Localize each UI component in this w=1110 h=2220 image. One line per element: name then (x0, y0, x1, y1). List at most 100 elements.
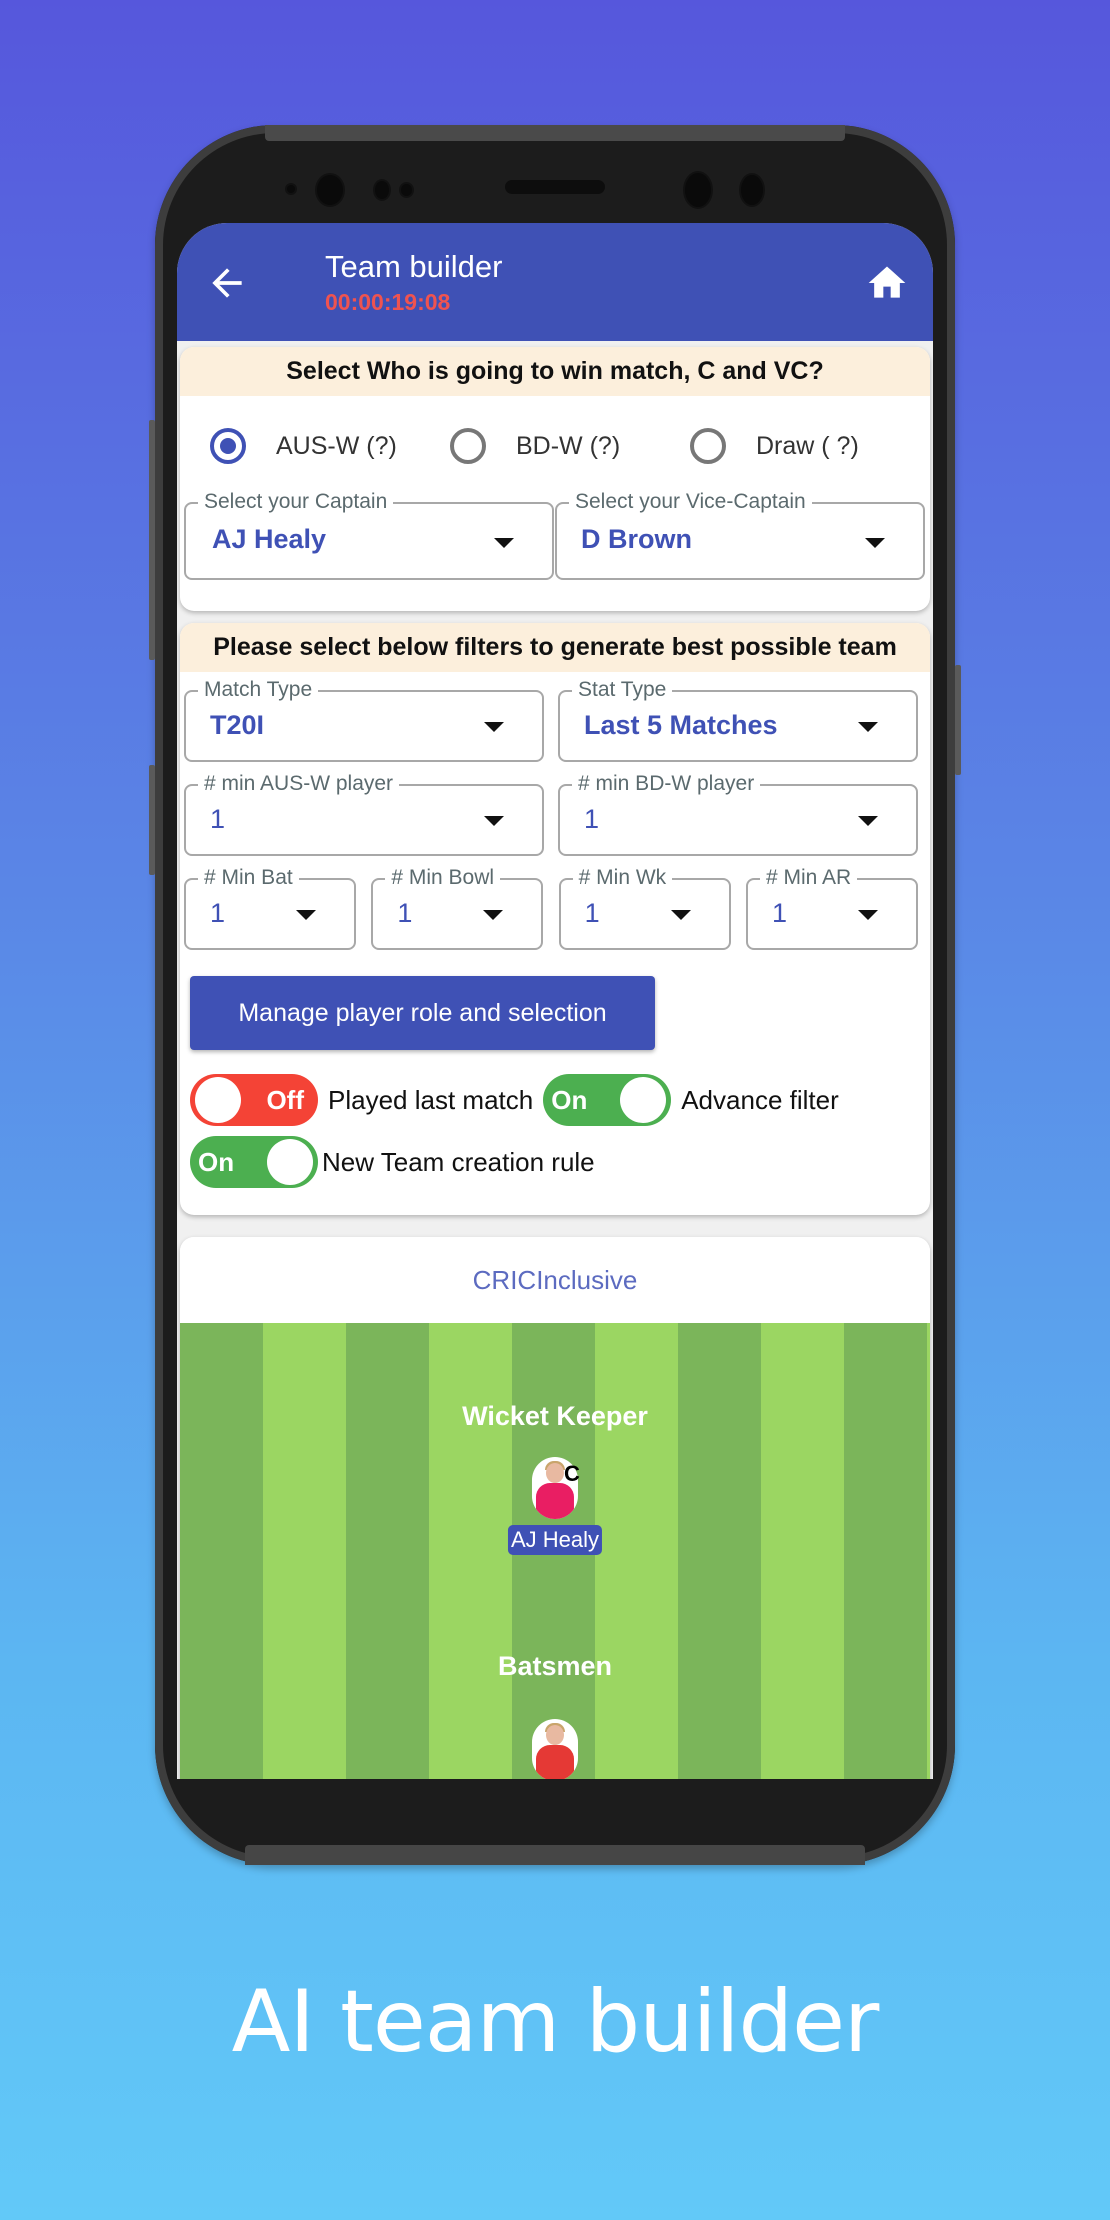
prediction-card: Select Who is going to win match, C and … (180, 347, 930, 611)
promo-caption: AI team builder (231, 1972, 880, 2072)
radio-label: BD-W (?) (516, 431, 621, 460)
volume-down-button (149, 765, 155, 875)
radio-option-team1[interactable]: AUS-W (?) (210, 428, 450, 464)
field-value: 1 (210, 898, 226, 928)
min-bowl-select[interactable]: # Min Bowl 1 (371, 865, 544, 950)
home-icon (868, 266, 906, 298)
chevron-down-icon (483, 910, 504, 920)
min-team2-players-select[interactable]: # min BD-W player 1 (558, 771, 918, 856)
arrow-left-icon (212, 268, 242, 298)
chevron-down-icon (494, 538, 514, 548)
countdown-timer: 00:00:19:08 (325, 289, 451, 315)
toggle-knob (620, 1077, 667, 1123)
back-button[interactable] (205, 261, 249, 305)
cricket-pitch: Wicket Keeper C AJ Healy Batsmen (180, 1323, 930, 1779)
toggle-label: Played last match (328, 1084, 534, 1115)
phone-rim-top (265, 125, 845, 141)
field-value: 1 (210, 804, 226, 834)
team-preview-card: CRICInclusive Wicket Keeper C AJ Healy B… (180, 1237, 930, 1779)
radio-label: Draw ( ?) (756, 431, 859, 460)
phone-rim-bottom (245, 1845, 865, 1865)
chevron-down-icon (296, 910, 316, 920)
app-screen: Team builder 00:00:19:08 Select Who is g… (177, 223, 933, 1779)
field-label: # Min Bat (198, 865, 299, 891)
field-value: Last 5 Matches (584, 710, 778, 740)
radio-button[interactable] (690, 428, 726, 464)
jersey (535, 1483, 574, 1519)
winner-radio-group: AUS-W (?) BD-W (?) Draw ( ?) (180, 396, 930, 496)
chevron-down-icon (857, 910, 878, 920)
field-label: # Min Bowl (385, 865, 501, 891)
field-value: 1 (397, 898, 413, 928)
volume-up-button (149, 420, 155, 660)
power-button (955, 665, 961, 775)
toggle-knob (195, 1077, 241, 1123)
field-value: D Brown (581, 524, 692, 554)
chevron-down-icon (484, 722, 504, 732)
player-card[interactable]: C AJ Healy (507, 1457, 603, 1555)
match-type-select[interactable]: Match Type T20I (184, 677, 544, 762)
chevron-down-icon (858, 722, 878, 732)
captain-badge: C (563, 1461, 580, 1486)
brand-label: CRICInclusive (180, 1237, 930, 1323)
min-bat-select[interactable]: # Min Bat 1 (184, 865, 356, 950)
new-team-rule-toggle[interactable]: On (190, 1136, 318, 1188)
field-value: 1 (584, 898, 600, 928)
field-label: # min AUS-W player (198, 771, 400, 797)
page-title: Team builder (325, 249, 503, 284)
field-label: # Min Wk (572, 865, 673, 891)
earpiece-speaker (505, 180, 605, 194)
toggle-label: New Team creation rule (322, 1146, 595, 1177)
field-value: 1 (771, 898, 788, 928)
toggle-state: Off (266, 1085, 304, 1115)
player-card[interactable] (532, 1719, 578, 1779)
radio-button[interactable] (450, 428, 486, 464)
filters-header: Please select below filters to generate … (180, 623, 930, 672)
field-label: Stat Type (572, 677, 673, 703)
min-ar-select[interactable]: # Min AR 1 (745, 865, 918, 950)
home-button[interactable] (865, 261, 909, 305)
toggle-knob (267, 1139, 313, 1185)
camera-icon (685, 173, 711, 207)
toggle-label: Advance filter (681, 1084, 839, 1115)
chevron-down-icon (670, 910, 691, 920)
radio-button-checked[interactable] (210, 428, 246, 464)
min-wk-select[interactable]: # Min Wk 1 (558, 865, 731, 950)
vice-captain-select[interactable]: Select your Vice-Captain D Brown (555, 489, 925, 580)
radio-label: AUS-W (?) (276, 431, 397, 460)
toggle-state: On (551, 1085, 588, 1115)
radio-option-draw[interactable]: Draw ( ?) (690, 428, 930, 464)
chevron-down-icon (484, 816, 504, 826)
field-label: Match Type (198, 677, 319, 703)
section-title-wicket-keeper: Wicket Keeper (462, 1401, 648, 1431)
played-last-match-toggle[interactable]: Off (190, 1074, 318, 1126)
field-label: # min BD-W player (572, 771, 761, 797)
field-label: Select your Vice-Captain (569, 489, 812, 515)
manage-player-role-button[interactable]: Manage player role and selection (190, 976, 655, 1050)
front-camera-icon (317, 175, 343, 205)
jersey (536, 1745, 574, 1779)
radio-option-team2[interactable]: BD-W (?) (450, 428, 690, 464)
camera-icon (741, 175, 763, 205)
sensor-icon (375, 181, 389, 199)
player-avatar (532, 1719, 578, 1779)
app-bar: Team builder 00:00:19:08 (177, 223, 933, 341)
prediction-header: Select Who is going to win match, C and … (180, 347, 930, 396)
field-label: Select your Captain (198, 489, 394, 515)
field-value: 1 (584, 804, 600, 834)
chevron-down-icon (858, 816, 878, 826)
player-name: AJ Healy (507, 1525, 603, 1555)
sensor-icon (287, 185, 295, 193)
stat-type-select[interactable]: Stat Type Last 5 Matches (558, 677, 918, 762)
chevron-down-icon (865, 538, 885, 548)
min-team1-players-select[interactable]: # min AUS-W player 1 (184, 771, 544, 856)
field-label: # Min AR (759, 865, 858, 891)
sensor-icon (401, 184, 412, 196)
filters-card: Please select below filters to generate … (180, 623, 930, 1215)
captain-select[interactable]: Select your Captain AJ Healy (184, 489, 554, 580)
section-title-batsmen: Batsmen (497, 1651, 613, 1681)
field-value: T20I (210, 710, 265, 740)
field-value: AJ Healy (212, 524, 327, 554)
advance-filter-toggle[interactable]: On (543, 1074, 672, 1126)
toggle-state: On (198, 1147, 235, 1177)
